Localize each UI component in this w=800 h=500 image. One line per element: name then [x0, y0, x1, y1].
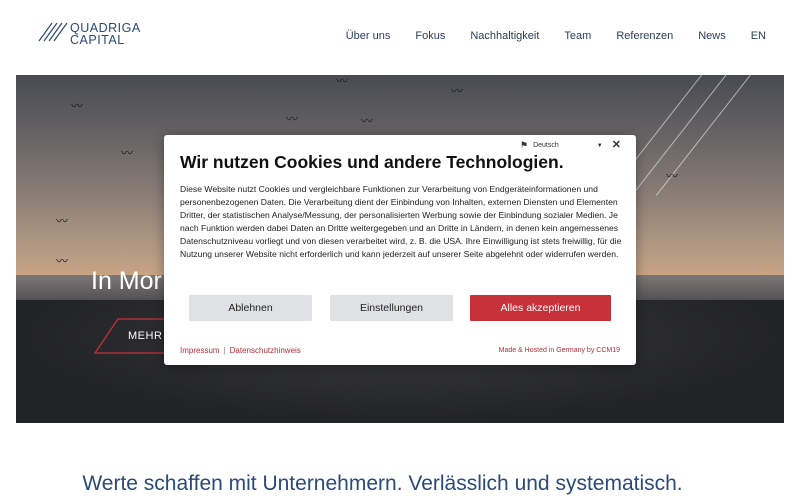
nav-link-news[interactable]: News [698, 30, 726, 42]
nav-link-nachhaltigkeit[interactable]: Nachhaltigkeit [470, 30, 539, 42]
main-nav: Über uns Fokus Nachhaltigkeit Team Refer… [321, 30, 766, 42]
cookie-dialog-title: Wir nutzen Cookies und andere Technologi… [180, 152, 564, 172]
bird-icon: 〰 [71, 99, 84, 113]
language-select[interactable]: ⚑ Deutsch ▼ [520, 140, 603, 151]
bird-icon: 〰 [286, 112, 299, 126]
imprint-link[interactable]: Impressum [180, 346, 220, 355]
bird-icon: 〰 [666, 169, 679, 183]
bird-icon: 〰 [336, 75, 349, 88]
nav-link-fokus[interactable]: Fokus [415, 30, 445, 42]
settings-button[interactable]: Einstellungen [330, 295, 453, 321]
tagline: Werte schaffen mit Unternehmern. Verläss… [82, 472, 683, 495]
site-header: QUADRIGA CAPITAL Über uns Fokus Nachhalt… [0, 0, 800, 75]
bird-icon: 〰 [451, 84, 464, 98]
nav-link-ueber-uns[interactable]: Über uns [346, 30, 391, 42]
quadriga-capital-logo[interactable]: QUADRIGA CAPITAL [38, 22, 141, 46]
logo-line-2: CAPITAL [70, 33, 125, 47]
bird-icon: 〰 [121, 146, 134, 160]
chevron-down-icon: ▼ [596, 142, 603, 149]
logo-mark-icon [38, 22, 68, 42]
accept-all-button[interactable]: Alles akzeptieren [470, 295, 611, 321]
bird-icon: 〰 [56, 214, 69, 228]
privacy-link[interactable]: Datenschutzhinweis [230, 346, 301, 355]
cookie-consent-dialog: ⚑ Deutsch ▼ ✕ Wir nutzen Cookies und and… [164, 135, 636, 365]
language-icon: ⚑ [520, 140, 529, 150]
close-icon[interactable]: ✕ [612, 138, 621, 151]
hosted-by-link[interactable]: Made & Hosted in Germany by CCM19 [499, 347, 620, 354]
hero-title: In Mor [91, 267, 162, 295]
cookie-footer-links: Impressum | Datenschutzhinweis [180, 346, 301, 355]
bird-icon: 〰 [56, 254, 69, 268]
nav-link-team[interactable]: Team [564, 30, 591, 42]
language-link-en[interactable]: EN [751, 30, 766, 42]
decline-button[interactable]: Ablehnen [189, 295, 312, 321]
bird-icon: 〰 [361, 114, 374, 128]
cookie-dialog-text: Diese Website nutzt Cookies und vergleic… [180, 184, 622, 260]
link-separator: | [223, 346, 226, 355]
language-select-value: Deutsch [533, 142, 559, 149]
nav-link-referenzen[interactable]: Referenzen [616, 30, 673, 42]
logo-text: QUADRIGA CAPITAL [70, 22, 141, 47]
